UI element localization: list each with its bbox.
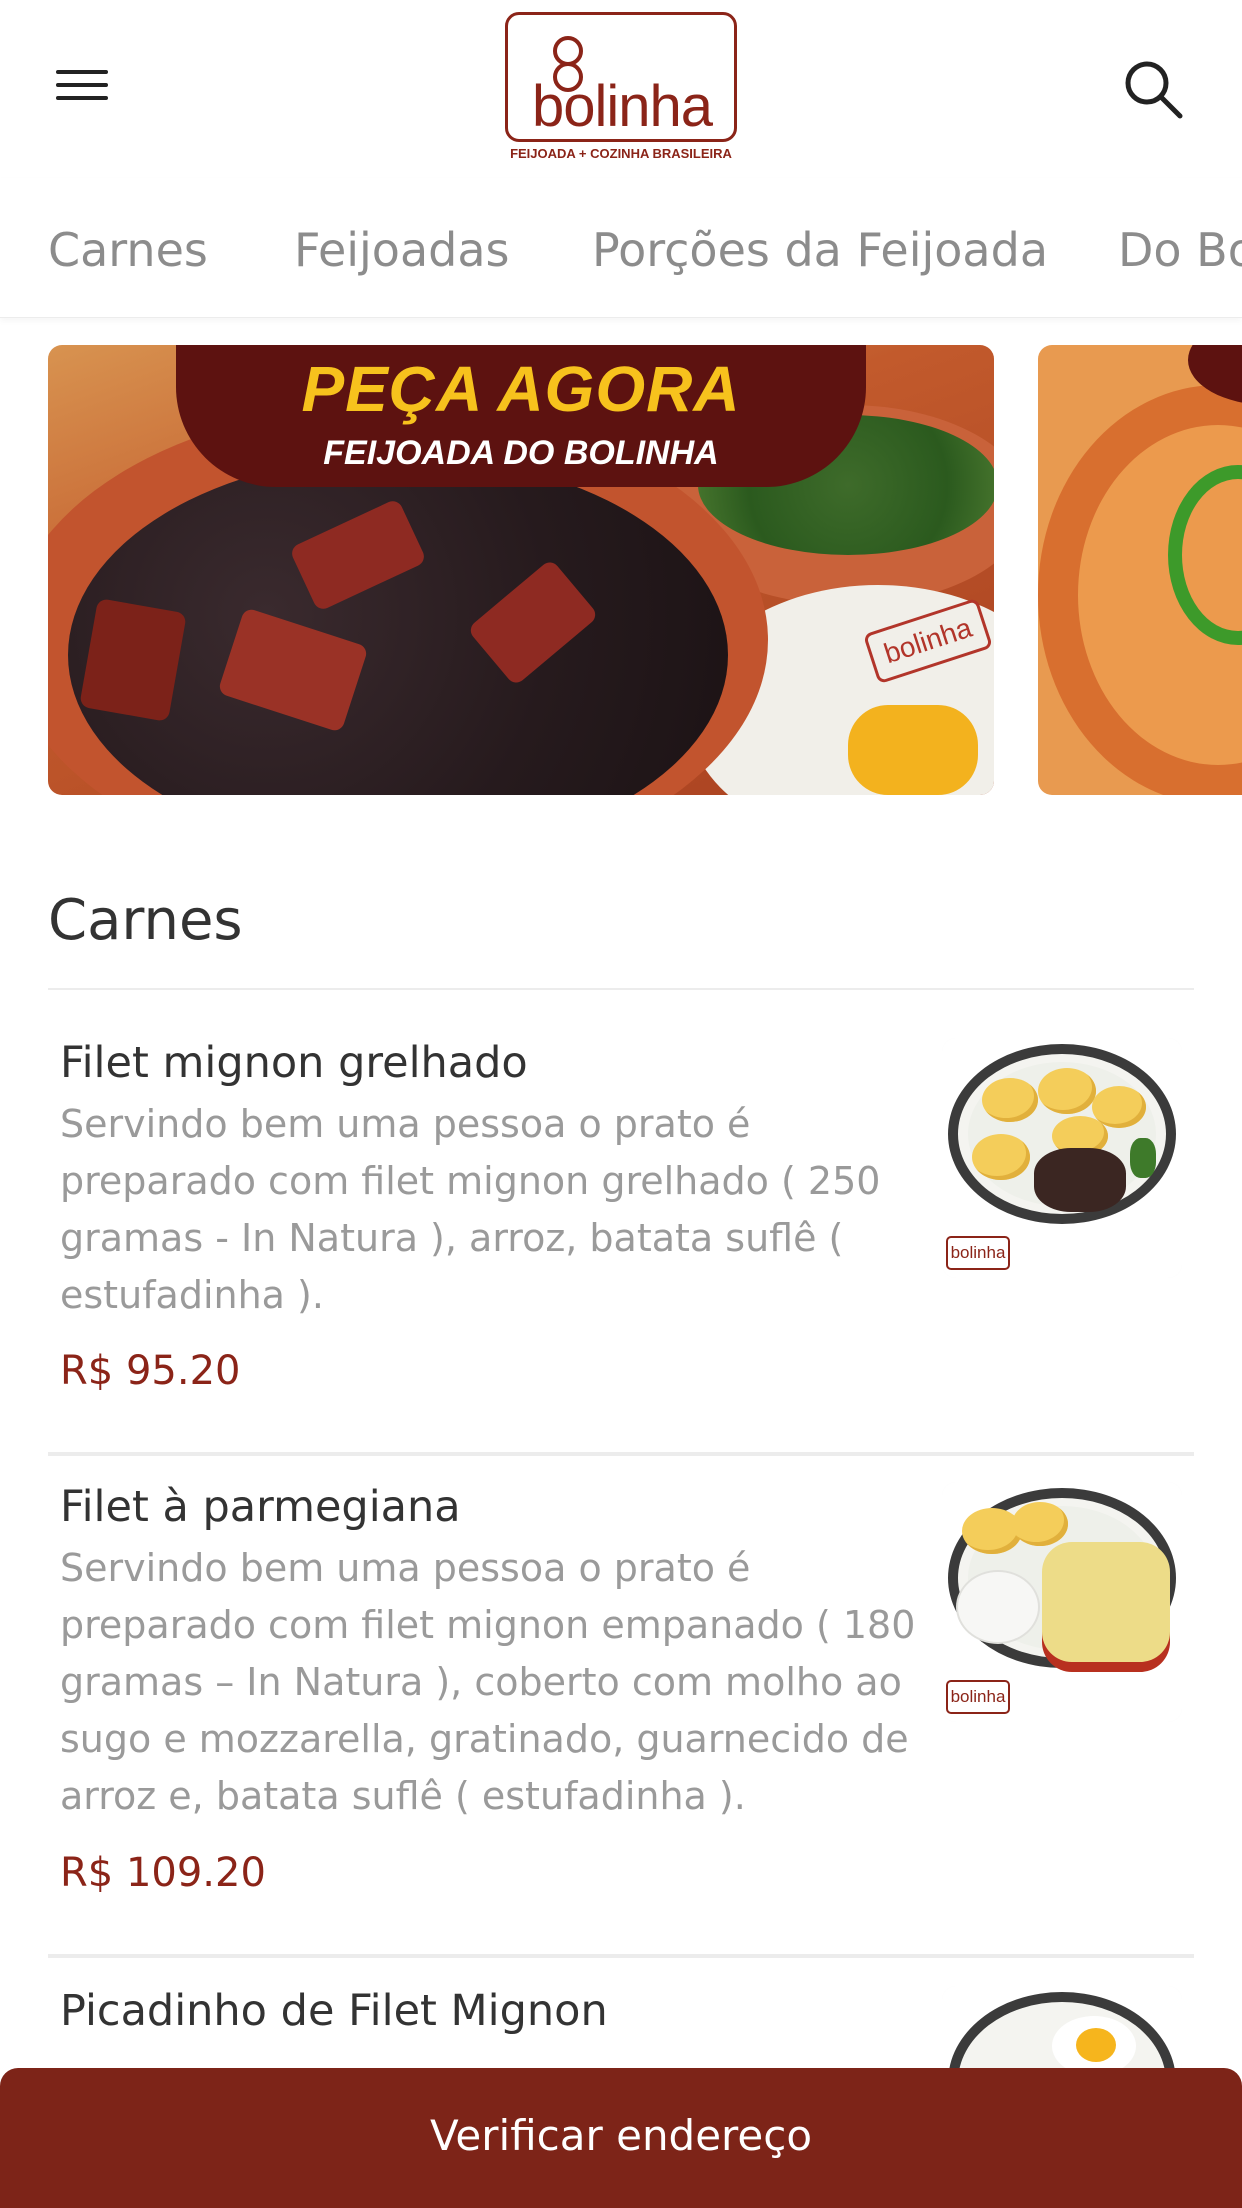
banner-title: PEÇA AGORA [301,353,741,425]
brand-logo[interactable]: bolinha FEIJOADA + COZINHA BRASILEIRA [503,12,739,164]
verify-address-button[interactable]: Verificar endereço [0,2068,1242,2208]
menu-bar [56,83,108,87]
product-item[interactable]: Filet mignon grelhado Servindo bem uma p… [48,1036,1194,1406]
potato-chip [1012,1502,1068,1546]
product-name: Filet à parmegiana [60,1482,461,1532]
logo-wordmark: bolinha [531,74,713,139]
orange-slices-image [848,705,978,795]
product-image-logo: bolinha [946,1680,1010,1714]
product-image: bolinha [942,1038,1182,1278]
menu-page: bolinha FEIJOADA + COZINHA BRASILEIRA Ca… [0,0,1242,2208]
product-divider [48,1452,1194,1456]
menu-bar [56,96,108,100]
product-name: Picadinho de Filet Mignon [60,1986,608,2036]
product-image-logo: bolinha [946,1236,1010,1270]
app-header: bolinha FEIJOADA + COZINHA BRASILEIRA [0,0,1242,178]
potato-chip [1038,1068,1096,1114]
potato-chip [972,1134,1030,1180]
banner-subtitle: FEIJOADA DO BOLINHA [323,434,719,472]
potato-chip [982,1078,1038,1122]
search-icon[interactable] [1120,56,1186,122]
product-description: Servindo bem uma pessoa o prato é prepar… [60,1102,881,1317]
product-image [942,1986,1182,2076]
egg-yolk [1076,2028,1116,2062]
category-tabs: Carnes Feijoadas Porções da Feijoada Do … [0,178,1242,318]
section-title: Carnes [48,888,243,953]
verify-address-label: Verificar endereço [429,2111,813,2160]
herb-garnish [1130,1138,1156,1178]
logo-tagline: FEIJOADA + COZINHA BRASILEIRA [510,146,732,161]
product-image: bolinha [942,1482,1182,1722]
product-price: R$ 109.20 [60,1850,266,1896]
steak [1034,1148,1126,1212]
product-divider [48,1954,1194,1958]
product-price: R$ 95.20 [60,1348,241,1394]
product-item[interactable]: Filet à parmegiana Servindo bem uma pess… [48,1480,1194,1900]
promo-banner-next[interactable] [1038,345,1242,795]
tab-feijoadas[interactable]: Feijoadas [294,222,510,278]
sausage-piece [79,598,187,722]
tab-do-bolinha[interactable]: Do Bo [1118,222,1242,278]
product-name: Filet mignon grelhado [60,1038,528,1088]
menu-bar [56,70,108,74]
tab-carnes[interactable]: Carnes [48,222,208,278]
product-description: Servindo bem uma pessoa o prato é prepar… [60,1546,916,1818]
promo-banner[interactable]: bolinha PEÇA AGORA FEIJOADA DO BOLINHA [48,345,994,795]
section-divider [48,988,1194,990]
rice-portion [958,1572,1038,1642]
tab-porcoes-da-feijoada[interactable]: Porções da Feijoada [592,222,1048,278]
hamburger-menu-icon[interactable] [52,62,112,108]
parmigiana-steak [1042,1542,1170,1662]
